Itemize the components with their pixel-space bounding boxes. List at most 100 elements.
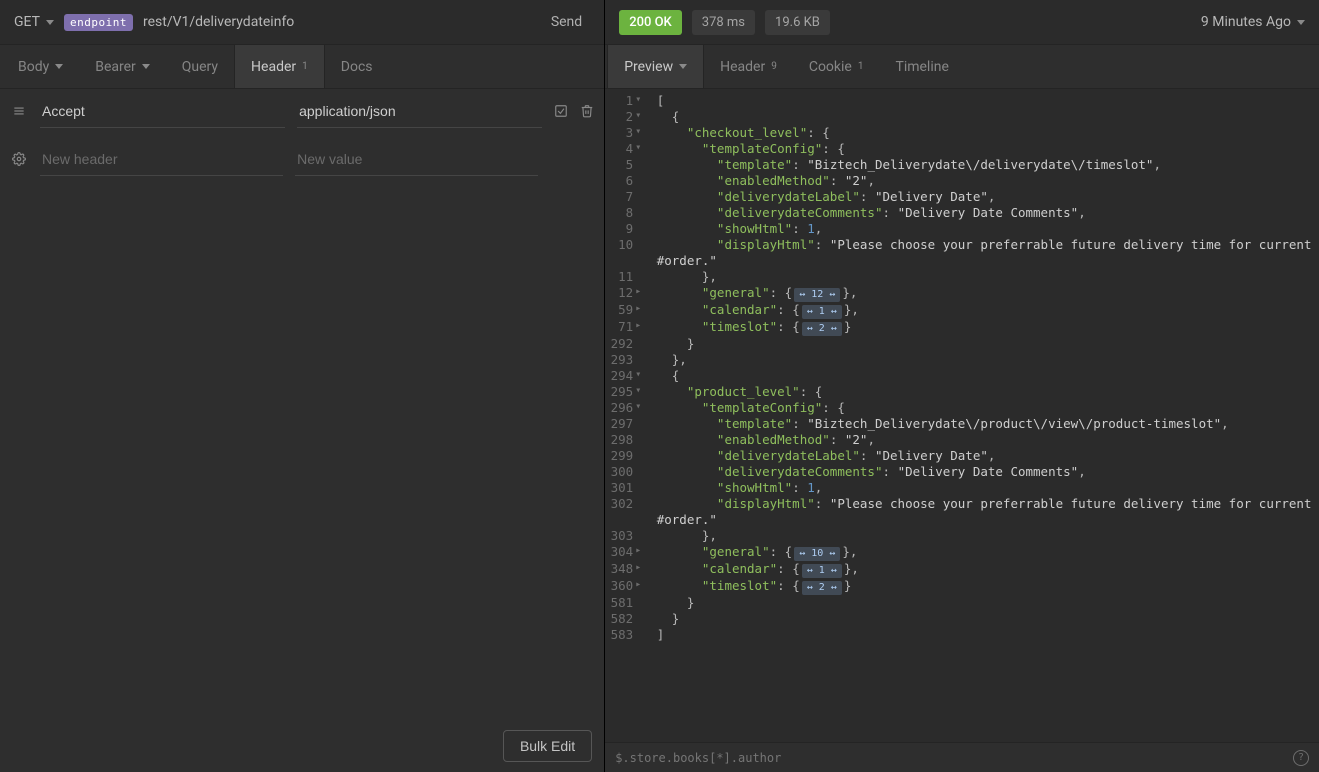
fold-pill[interactable]: ↔ 12 ↔ <box>794 288 840 302</box>
code-line: 59▸ "calendar": {↔ 1 ↔}, <box>605 302 1319 319</box>
bulk-edit-button[interactable]: Bulk Edit <box>503 730 592 762</box>
tab-preview[interactable]: Preview <box>607 45 704 88</box>
response-history-dropdown[interactable]: 9 Minutes Ago <box>1201 14 1305 30</box>
code-line: 582 } <box>605 611 1319 627</box>
response-topbar: 200 OK 378 ms 19.6 KB 9 Minutes Ago <box>605 0 1319 45</box>
headers-editor <box>0 89 604 772</box>
tab-cookie[interactable]: Cookie 1 <box>793 45 880 88</box>
gear-icon[interactable] <box>10 152 28 170</box>
request-tabbar: Body Bearer Query Header 1 Docs <box>0 45 604 89</box>
code-line: 304▸ "general": {↔ 10 ↔}, <box>605 544 1319 561</box>
fold-toggle[interactable]: ▾ <box>635 109 647 123</box>
code-line: 6 "enabledMethod": "2", <box>605 173 1319 189</box>
http-method-dropdown[interactable]: GET <box>14 14 54 30</box>
header-row <box>10 93 594 141</box>
response-time-badge: 378 ms <box>692 10 755 35</box>
tab-cookie-label: Cookie <box>809 59 852 75</box>
code-line: 348▸ "calendar": {↔ 1 ↔}, <box>605 561 1319 578</box>
tab-body[interactable]: Body <box>2 45 79 88</box>
response-tabbar: Preview Header 9 Cookie 1 Timeline <box>605 45 1319 89</box>
code-line: 10 "displayHtml": "Please choose your pr… <box>605 237 1319 253</box>
code-line: 303 }, <box>605 528 1319 544</box>
fold-toggle[interactable]: ▸ <box>635 285 647 299</box>
tab-header[interactable]: Header 1 <box>234 45 325 88</box>
chevron-down-icon <box>679 64 687 69</box>
http-method-label: GET <box>14 14 40 30</box>
request-url[interactable]: rest/V1/deliverydateinfo <box>143 14 533 30</box>
fold-pill[interactable]: ↔ 2 ↔ <box>802 581 842 595</box>
fold-toggle[interactable]: ▾ <box>635 400 647 414</box>
fold-toggle[interactable]: ▾ <box>635 384 647 398</box>
response-filter-input[interactable] <box>615 751 1293 765</box>
code-line: 12▸ "general": {↔ 12 ↔}, <box>605 285 1319 302</box>
code-line: #order." <box>605 253 1319 269</box>
code-line: 4▾ "templateConfig": { <box>605 141 1319 157</box>
code-line: 294▾ { <box>605 368 1319 384</box>
tab-preview-label: Preview <box>624 59 673 75</box>
tab-cookie-count: 1 <box>858 61 864 72</box>
tab-response-header-label: Header <box>720 59 765 75</box>
code-line: 1▾ [ <box>605 93 1319 109</box>
delete-header-button[interactable] <box>580 104 594 122</box>
fold-toggle[interactable]: ▸ <box>635 544 647 558</box>
fold-pill[interactable]: ↔ 10 ↔ <box>794 547 840 561</box>
fold-toggle[interactable]: ▾ <box>635 93 647 107</box>
code-line: 2▾ { <box>605 109 1319 125</box>
code-line: 298 "enabledMethod": "2", <box>605 432 1319 448</box>
code-line: 301 "showHtml": 1, <box>605 480 1319 496</box>
code-line: 583 ] <box>605 627 1319 643</box>
header-name-input[interactable] <box>40 97 285 128</box>
code-line: 71▸ "timeslot": {↔ 2 ↔} <box>605 319 1319 336</box>
fold-toggle[interactable]: ▾ <box>635 141 647 155</box>
tab-timeline[interactable]: Timeline <box>879 45 964 88</box>
code-line: 581 } <box>605 595 1319 611</box>
tab-query-label: Query <box>182 59 218 75</box>
code-line: 8 "deliverydateComments": "Delivery Date… <box>605 205 1319 221</box>
code-line: 9 "showHtml": 1, <box>605 221 1319 237</box>
fold-toggle[interactable]: ▸ <box>635 561 647 575</box>
code-line: #order." <box>605 512 1319 528</box>
tab-body-label: Body <box>18 59 49 75</box>
fold-toggle[interactable]: ▸ <box>635 578 647 592</box>
tab-header-label: Header <box>251 59 296 75</box>
tab-response-header-count: 9 <box>771 61 777 72</box>
drag-handle-icon[interactable] <box>10 104 28 122</box>
header-value-input[interactable] <box>297 97 542 128</box>
fold-pill[interactable]: ↔ 2 ↔ <box>802 322 842 336</box>
code-line: 3▾ "checkout_level": { <box>605 125 1319 141</box>
fold-toggle[interactable]: ▾ <box>635 125 647 139</box>
chevron-down-icon <box>142 64 150 69</box>
code-line: 11 }, <box>605 269 1319 285</box>
tab-auth[interactable]: Bearer <box>79 45 166 88</box>
chevron-down-icon <box>1297 20 1305 25</box>
response-body-viewer[interactable]: 1▾ [2▾ {3▾ "checkout_level": {4▾ "templa… <box>605 89 1319 742</box>
tab-query[interactable]: Query <box>166 45 234 88</box>
fold-pill[interactable]: ↔ 1 ↔ <box>802 305 842 319</box>
status-badge: 200 OK <box>619 10 682 35</box>
tab-docs[interactable]: Docs <box>325 45 389 88</box>
fold-toggle[interactable]: ▸ <box>635 302 647 316</box>
response-footer: ? <box>605 742 1319 772</box>
request-topbar: GET endpoint rest/V1/deliverydateinfo Se… <box>0 0 604 45</box>
tab-header-count: 1 <box>302 61 308 72</box>
tab-timeline-label: Timeline <box>895 59 948 75</box>
code-line: 292 } <box>605 336 1319 352</box>
fold-toggle[interactable]: ▾ <box>635 368 647 382</box>
fold-toggle[interactable]: ▸ <box>635 319 647 333</box>
code-line: 295▾ "product_level": { <box>605 384 1319 400</box>
code-line: 360▸ "timeslot": {↔ 2 ↔} <box>605 578 1319 595</box>
code-line: 5 "template": "Biztech_Deliverydate\/del… <box>605 157 1319 173</box>
chevron-down-icon <box>55 64 63 69</box>
code-line: 299 "deliverydateLabel": "Delivery Date"… <box>605 448 1319 464</box>
help-icon[interactable]: ? <box>1293 750 1309 766</box>
tab-response-header[interactable]: Header 9 <box>704 45 793 88</box>
header-enabled-checkbox[interactable] <box>554 104 568 122</box>
code-line: 302 "displayHtml": "Please choose your p… <box>605 496 1319 512</box>
new-header-value-input[interactable] <box>295 145 538 176</box>
send-button[interactable]: Send <box>543 10 590 34</box>
response-size-badge: 19.6 KB <box>765 10 830 35</box>
fold-pill[interactable]: ↔ 1 ↔ <box>802 564 842 578</box>
chevron-down-icon <box>46 20 54 25</box>
tab-docs-label: Docs <box>341 59 373 75</box>
new-header-name-input[interactable] <box>40 145 283 176</box>
